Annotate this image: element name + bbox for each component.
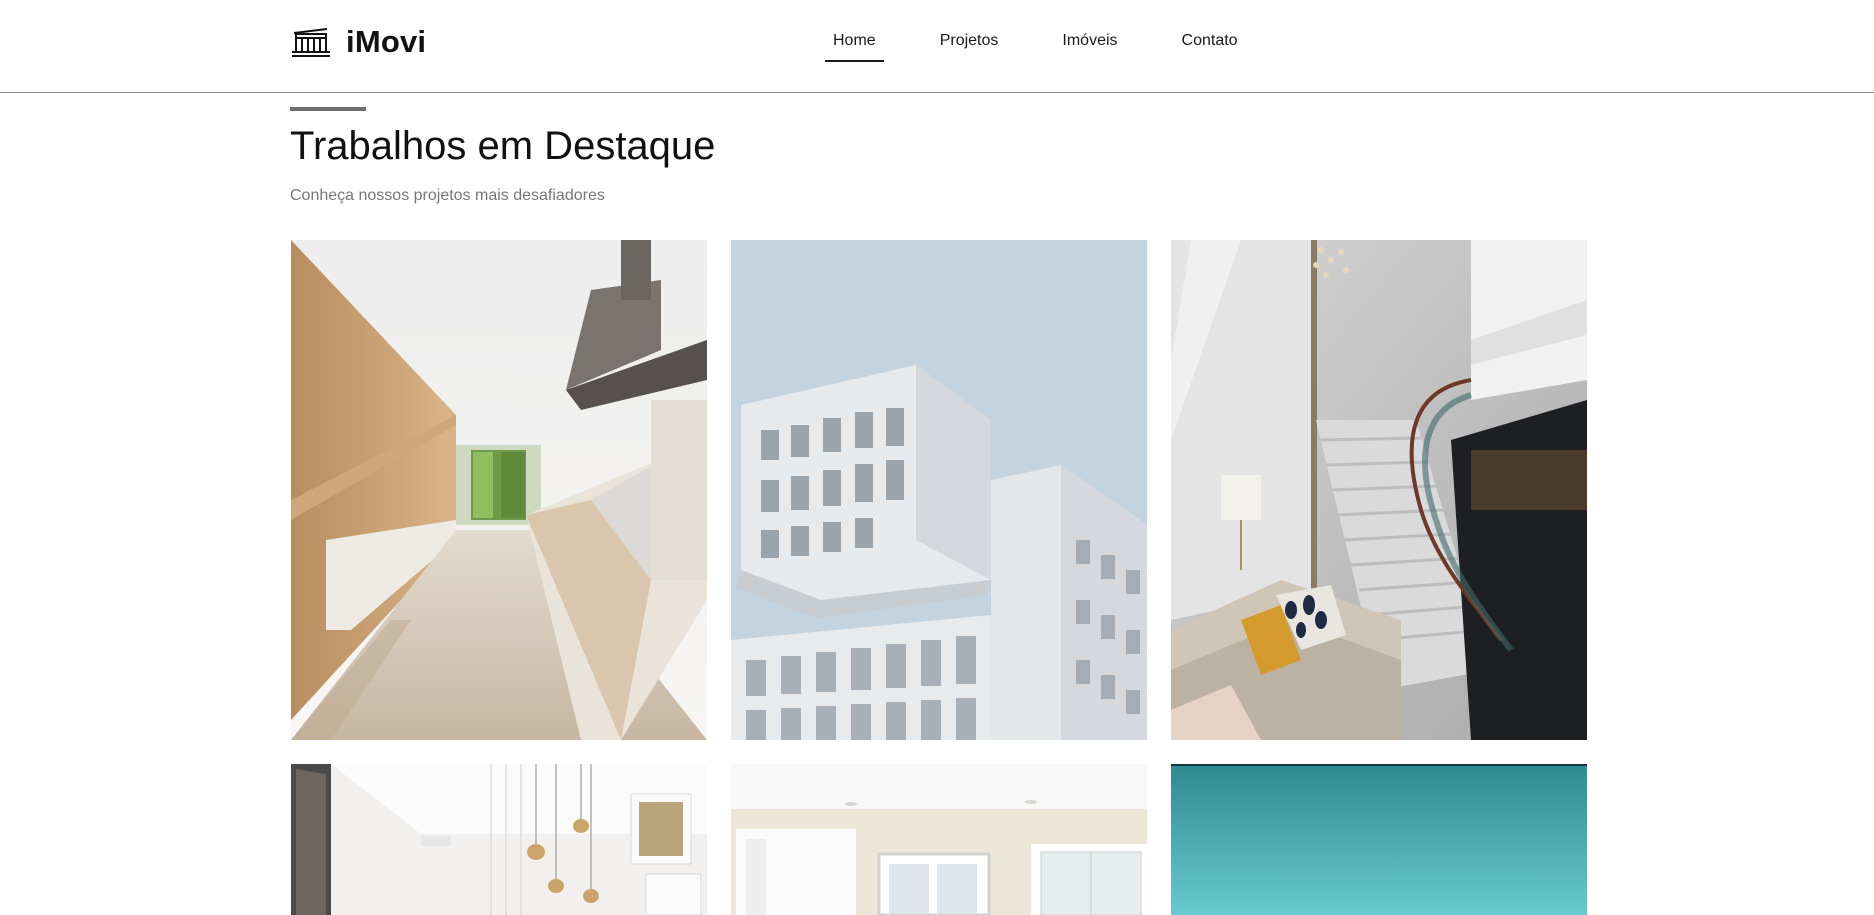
hallway-photo: [291, 764, 707, 915]
nav-imoveis[interactable]: Imóveis: [1054, 30, 1125, 52]
gallery-item-kitchen[interactable]: [291, 240, 707, 740]
nav-contato[interactable]: Contato: [1174, 30, 1246, 52]
kitchen-photo: [291, 240, 707, 740]
gallery-item-white-room[interactable]: [731, 764, 1147, 915]
gallery-item-hallway[interactable]: [291, 764, 707, 915]
brand-name: iMovi: [346, 24, 427, 59]
gallery-item-teal[interactable]: [1171, 764, 1587, 915]
staircase-photo: [1171, 240, 1587, 740]
nav-projetos[interactable]: Projetos: [932, 30, 1007, 52]
section-subtitle: Conheça nossos projetos mais desafiadore…: [290, 187, 605, 204]
brand-logo[interactable]: iMovi: [290, 24, 426, 60]
nav-home[interactable]: Home: [825, 30, 884, 62]
section-title: Trabalhos em Destaque: [290, 124, 716, 168]
gallery-item-building[interactable]: [731, 240, 1147, 740]
title-accent-bar: [290, 107, 366, 111]
white-room-photo: [731, 764, 1147, 915]
gallery-item-staircase[interactable]: [1171, 240, 1587, 740]
main-nav: Home Projetos Imóveis Contato: [825, 30, 1246, 62]
site-header: iMovi Home Projetos Imóveis Contato: [0, 0, 1874, 93]
teal-photo: [1171, 764, 1587, 915]
building-icon: [292, 28, 330, 57]
building-photo: [731, 240, 1147, 740]
